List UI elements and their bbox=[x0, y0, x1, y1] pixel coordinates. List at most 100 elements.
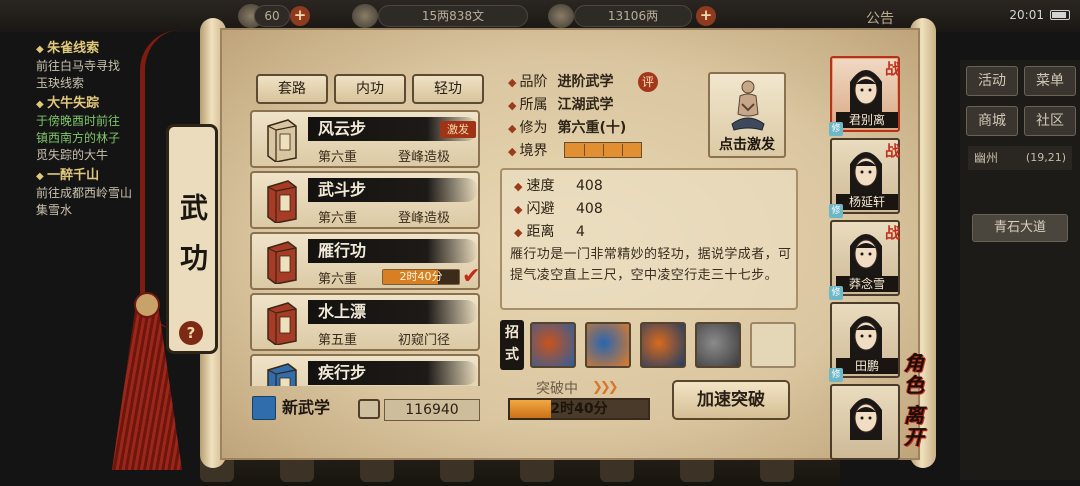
move-shadow-step-icon[interactable] bbox=[695, 322, 741, 368]
realm-segment-divider bbox=[603, 144, 604, 156]
quest-title: 一醉千山 bbox=[36, 167, 156, 185]
attribute-key: 修为 bbox=[508, 120, 547, 136]
speed-up-button[interactable]: 加速突破 bbox=[672, 380, 790, 420]
community-button[interactable]: 社区 bbox=[1024, 106, 1076, 136]
moves-label: 招式 bbox=[500, 320, 524, 370]
location-display[interactable]: 幽州 (19,21) bbox=[968, 146, 1072, 170]
stat-value: 408 bbox=[576, 201, 603, 217]
skill-book-icon bbox=[267, 119, 297, 162]
quest-description-line: 镇西南方的林子 bbox=[36, 131, 121, 145]
moves-label-text: 招式 bbox=[505, 325, 519, 363]
stat-row: 距离 4 bbox=[514, 222, 585, 243]
tab-qinggong[interactable]: 轻功 bbox=[412, 74, 484, 104]
quest-title: 朱雀线索 bbox=[36, 40, 156, 58]
in-battle-badge: 战 bbox=[885, 142, 901, 160]
skill-level: 第六重 bbox=[318, 211, 358, 226]
character-name: 君别离 bbox=[836, 112, 898, 128]
activate-label: 点击激发 bbox=[719, 137, 775, 153]
skill-description: 雁行功是一门非常精妙的轻功，据说学成者，可提气凌空直上三尺，空中凌空行走三十七步… bbox=[510, 247, 792, 283]
chevrons-icon: ❯❯❯ bbox=[592, 380, 619, 395]
character-portrait-icon bbox=[850, 398, 882, 440]
role-button[interactable]: 角色 bbox=[904, 352, 948, 396]
location-coords: (19,21) bbox=[1025, 151, 1066, 164]
help-button[interactable]: ? bbox=[179, 321, 203, 345]
menu-button[interactable]: 菜单 bbox=[1024, 66, 1076, 96]
character-name: 杨延轩 bbox=[836, 194, 898, 210]
quest-title: 大牛失踪 bbox=[36, 95, 156, 113]
shop-button[interactable]: 商城 bbox=[966, 106, 1018, 136]
leave-label: 离开 bbox=[904, 403, 924, 449]
move-storm-dash-icon[interactable] bbox=[585, 322, 631, 368]
attribute-row: 境界 bbox=[508, 141, 557, 162]
add-silver-button[interactable]: + bbox=[696, 6, 716, 26]
cultivation-badge: 修 bbox=[829, 286, 843, 300]
skill-name: 武斗步 bbox=[318, 180, 367, 199]
quest-description-line: 觅失踪的大牛 bbox=[36, 148, 109, 162]
skill-list[interactable]: 风云步 第六重 登峰造极 激发 武斗步 第六重 登峰造极 雁行功 第六重 2时40分 ✔ 水上漂 第五重… bbox=[248, 110, 484, 386]
rating-badge[interactable]: 评 bbox=[638, 72, 658, 92]
skill-timer-text: 2时40分 bbox=[399, 270, 443, 283]
battery-icon bbox=[1050, 10, 1070, 20]
quest-description-line: 前往白马寺寻找 bbox=[36, 59, 121, 73]
quest-entry[interactable]: 大牛失踪于傍晚酉时前往镇西南方的林子觅失踪的大牛 bbox=[36, 95, 156, 164]
skill-item[interactable]: 武斗步第六重 登峰造极 bbox=[250, 171, 480, 229]
skill-item[interactable]: 疾行步 bbox=[250, 354, 480, 386]
move-flame-kick-icon[interactable] bbox=[530, 322, 576, 368]
character-portrait-icon bbox=[850, 234, 882, 276]
skill-name: 风云步 bbox=[318, 119, 367, 138]
attribute-key: 境界 bbox=[508, 143, 547, 159]
character-card[interactable]: 田鹏 bbox=[830, 302, 900, 378]
activate-button[interactable]: 点击激发 bbox=[708, 72, 786, 158]
leave-button[interactable]: 离开 bbox=[904, 404, 948, 448]
meditating-figure-icon bbox=[731, 80, 765, 131]
realm-segment-divider bbox=[622, 144, 623, 156]
cultivation-badge: 修 bbox=[829, 204, 843, 218]
skill-name: 疾行步 bbox=[318, 363, 367, 382]
quest-entry[interactable]: 朱雀线索前往白马寺寻找玉玦线索 bbox=[36, 40, 156, 92]
empty-move-slot[interactable] bbox=[750, 322, 796, 368]
skill-item[interactable]: 水上漂 第五重 初窥门径 bbox=[250, 293, 480, 351]
notice-button[interactable]: 公告 bbox=[866, 8, 894, 28]
skill-realm: 登峰造极 bbox=[398, 211, 451, 226]
coin-icon bbox=[352, 4, 378, 28]
stat-key: 速度 bbox=[514, 178, 554, 194]
skill-level: 第六重 bbox=[318, 272, 358, 287]
activated-badge: 激发 bbox=[440, 121, 476, 138]
character-card[interactable] bbox=[830, 384, 900, 460]
role-label: 角色 bbox=[904, 351, 924, 397]
tassel-knot bbox=[134, 292, 160, 318]
character-portrait-icon bbox=[850, 152, 882, 194]
activity-button[interactable]: 活动 bbox=[966, 66, 1018, 96]
quest-description-line: 前往成都西岭雪山 bbox=[36, 186, 133, 200]
road-button[interactable]: 青石大道 bbox=[972, 214, 1068, 242]
silver-amount: 13106两 bbox=[574, 5, 692, 27]
attribute-key: 品阶 bbox=[508, 74, 547, 90]
skill-level: 第五重 bbox=[318, 333, 358, 348]
quest-description-line: 于傍晚酉时前往 bbox=[36, 114, 121, 128]
stat-value: 4 bbox=[576, 224, 585, 240]
new-skill-label: 新武学 bbox=[282, 398, 331, 417]
move-leap-strike-icon[interactable] bbox=[640, 322, 686, 368]
skill-item[interactable]: 雁行功 第六重 2时40分 ✔ bbox=[250, 232, 480, 290]
skill-book-icon bbox=[267, 363, 297, 386]
tab-neigong[interactable]: 内功 bbox=[334, 74, 406, 104]
breakthrough-time: 2时40分 bbox=[550, 401, 608, 417]
skill-points: 116940 bbox=[384, 399, 480, 421]
quest-description-line: 玉玦线索 bbox=[36, 76, 85, 90]
character-name: 莽念雪 bbox=[836, 276, 898, 292]
book-points-icon bbox=[358, 399, 380, 419]
breakthrough-progress: 2时40分 bbox=[508, 398, 650, 420]
skill-name: 水上漂 bbox=[318, 302, 367, 321]
attribute-value: 江湖武学 bbox=[557, 97, 614, 113]
stat-row: 速度 408 bbox=[514, 176, 603, 197]
skill-name: 雁行功 bbox=[318, 241, 367, 260]
skill-item[interactable]: 风云步 第六重 登峰造极 激发 bbox=[250, 110, 480, 168]
quest-entry[interactable]: 一醉千山前往成都西岭雪山集雪水 bbox=[36, 167, 156, 219]
tab-taolu[interactable]: 套路 bbox=[256, 74, 328, 104]
resource-partial: 60 bbox=[254, 5, 290, 27]
stats-box: 速度 408 闪避 408 距离 4 雁行功是一门非常精妙的轻功，据说学成者，可提气凌空直… bbox=[500, 168, 798, 310]
add-resource-button[interactable]: + bbox=[290, 6, 310, 26]
panel-side-tab: 武功 ? bbox=[166, 124, 218, 354]
in-battle-badge: 战 bbox=[885, 224, 901, 242]
character-portrait-icon bbox=[850, 316, 882, 358]
